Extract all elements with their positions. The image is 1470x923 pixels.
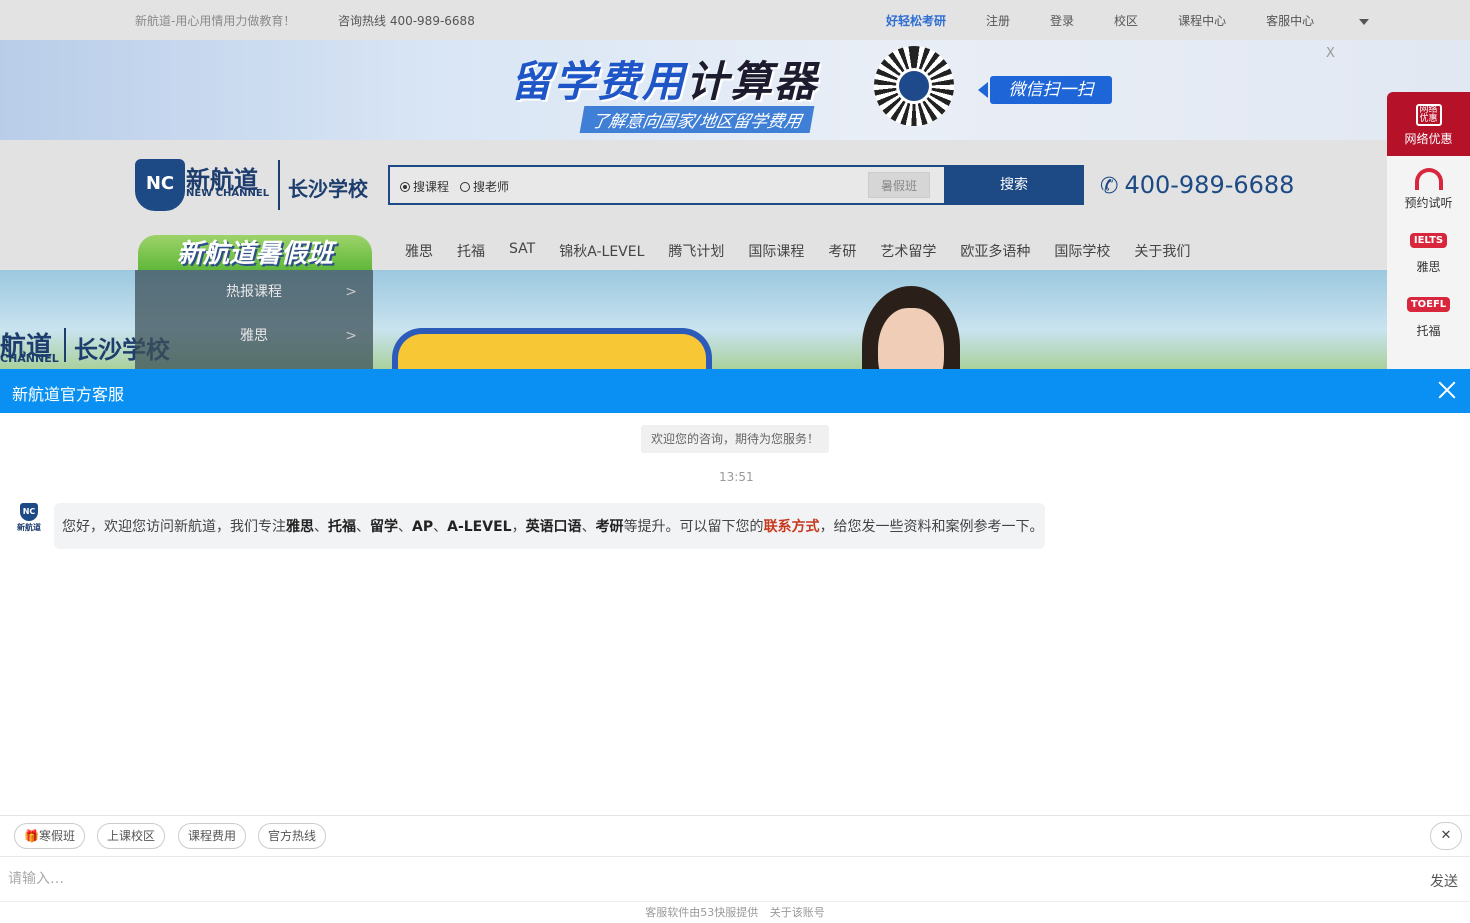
gift-icon: 网络优惠: [1387, 92, 1470, 130]
hero-logo-en: CHANNEL: [0, 352, 59, 365]
arrow-left-icon: [978, 82, 988, 98]
service-center-label: 客服中心: [1266, 14, 1315, 28]
top-bar: 新航道-用心用情用力做教育！ 咨询热线 400-989-6688 好轻松考研 注…: [0, 0, 1470, 40]
main-nav-languages[interactable]: 欧亚多语种: [960, 241, 1030, 261]
main-nav-tengfei[interactable]: 腾飞计划: [668, 241, 724, 261]
ielts-icon: IELTS: [1387, 220, 1470, 258]
logo-en: NEW CHANNEL: [186, 188, 270, 199]
chat-input-row: 发送: [0, 856, 1470, 901]
send-button[interactable]: 发送: [1430, 871, 1458, 891]
agent-message: 您好，欢迎您访问新航道，我们专注雅思、托福、留学、AP、A-LEVEL，英语口语…: [54, 503, 1045, 549]
banner-subtitle: 了解意向国家/地区留学费用: [579, 106, 815, 133]
welcome-notice: 欢迎您的咨询，期待为您服务！: [641, 425, 830, 453]
category-item-hot[interactable]: 热报课程 >: [135, 270, 373, 314]
quick-reply-campus[interactable]: 上课校区: [97, 823, 166, 849]
top-nav-course-center[interactable]: 课程中心: [1178, 12, 1226, 29]
chat-close-button[interactable]: [1434, 377, 1460, 403]
toefl-icon: TOEFL: [1387, 284, 1470, 322]
message-timestamp: 13:51: [719, 470, 754, 484]
promo-banner[interactable]: 留学费用计算器 了解意向国家/地区留学费用 微信扫一扫 X: [0, 40, 1470, 140]
category-menu: 热报课程 > 雅思 >: [135, 270, 373, 370]
search-option-teacher-label: 搜老师: [473, 180, 510, 194]
quick-reply-fees[interactable]: 课程费用: [178, 823, 247, 849]
main-nav-intl-course[interactable]: 国际课程: [748, 241, 804, 261]
sidebar-item-online-discount[interactable]: 网络优惠 网络优惠: [1387, 92, 1470, 156]
top-nav-kaoyan[interactable]: 好轻松考研: [886, 12, 946, 29]
sidebar-item-label: 托福: [1416, 324, 1441, 338]
school-name: 长沙学校: [288, 177, 368, 201]
sidebar-item-trial[interactable]: 预约试听: [1387, 156, 1470, 220]
chevron-down-icon: [1359, 18, 1370, 25]
floating-sidebar: 网络优惠 网络优惠 预约试听 IELTS 雅思 TOEFL 托福: [1387, 92, 1470, 370]
phone-icon: ✆: [1100, 174, 1119, 199]
headphones-icon: [1387, 156, 1470, 194]
header-phone-number: 400-989-6688: [1124, 171, 1295, 199]
category-item-ielts[interactable]: 雅思 >: [135, 314, 373, 358]
search-bar: 搜课程 搜老师 暑假班 搜索: [388, 165, 1084, 205]
main-nav-toefl[interactable]: 托福: [457, 241, 485, 261]
agent-avatar: NC 新航道: [14, 503, 44, 539]
search-option-course-label: 搜课程: [413, 180, 450, 194]
site-header: NC 新航道 NEW CHANNEL 长沙学校 搜课程 搜老师 暑假班 搜索 ✆…: [0, 140, 1470, 273]
chevron-right-icon: >: [345, 284, 357, 300]
hotline: 咨询热线 400-989-6688: [338, 14, 475, 28]
quick-reply-winter[interactable]: 🎁寒假班: [14, 823, 85, 849]
sidebar-item-ielts[interactable]: IELTS 雅思: [1387, 220, 1470, 284]
search-option-teacher[interactable]: 搜老师: [460, 178, 509, 195]
chat-messages[interactable]: 欢迎您的咨询，期待为您服务！ 13:51 NC 新航道 您好，欢迎您访问新航道，…: [0, 413, 1470, 815]
top-nav-campus[interactable]: 校区: [1114, 12, 1138, 29]
summer-class-banner[interactable]: 新航道暑假班: [138, 235, 372, 273]
slogan: 新航道-用心用情用力做教育！: [135, 14, 296, 28]
chat-header: 新航道官方客服: [0, 369, 1470, 413]
banner-title-b: 计算器: [686, 57, 819, 106]
search-option-course[interactable]: 搜课程: [400, 178, 449, 195]
sidebar-item-label: 雅思: [1416, 260, 1441, 274]
category-item-label: 热报课程: [226, 284, 282, 300]
about-account-link[interactable]: 关于该账号: [770, 906, 825, 919]
chevron-right-icon: >: [345, 328, 357, 344]
sidebar-item-toefl[interactable]: TOEFL 托福: [1387, 284, 1470, 348]
chat-input[interactable]: [8, 869, 1408, 889]
search-button[interactable]: 搜索: [944, 165, 1084, 205]
agent-avatar-name: 新航道: [17, 523, 41, 532]
main-nav: 雅思 托福 SAT 锦秋A-LEVEL 腾飞计划 国际课程 考研 艺术留学 欧亚…: [405, 241, 1214, 261]
hero-logo-divider: [64, 328, 66, 362]
main-nav-sat[interactable]: SAT: [509, 241, 535, 261]
quick-replies-close-icon[interactable]: ✕: [1430, 822, 1462, 850]
banner-title: 留学费用计算器: [510, 48, 818, 109]
main-nav-ielts[interactable]: 雅思: [405, 241, 433, 261]
logo-mark[interactable]: NC: [135, 159, 185, 211]
main-nav-art[interactable]: 艺术留学: [880, 241, 936, 261]
sidebar-item-label: 网络优惠: [1404, 132, 1453, 146]
top-nav-login[interactable]: 登录: [1050, 12, 1074, 29]
radio-icon: [460, 181, 470, 192]
wechat-scan-label: 微信扫一扫: [990, 76, 1112, 104]
main-nav-alevel[interactable]: 锦秋A-LEVEL: [559, 241, 644, 261]
category-item-label: 雅思: [240, 328, 268, 344]
main-nav-intl-school[interactable]: 国际学校: [1054, 241, 1110, 261]
top-nav-service-center[interactable]: 客服中心: [1266, 12, 1370, 29]
chat-title: 新航道官方客服: [12, 385, 125, 404]
provider-link[interactable]: 客服软件由53快服提供: [645, 906, 758, 919]
logo-divider: [278, 160, 280, 210]
hero-artwork: [392, 328, 712, 370]
header-phone: ✆ 400-989-6688: [1100, 171, 1294, 199]
banner-title-a: 留学费用: [510, 57, 687, 106]
sidebar-item-label: 预约试听: [1404, 196, 1453, 210]
top-nav: 好轻松考研 注册 登录 校区 课程中心 客服中心: [886, 12, 1409, 29]
top-nav-register[interactable]: 注册: [986, 12, 1010, 29]
agent-avatar-mark: NC: [20, 503, 38, 521]
banner-close-button[interactable]: X: [1326, 46, 1335, 61]
radio-selected-icon: [400, 181, 410, 192]
contact-link[interactable]: 联系方式: [764, 519, 820, 535]
quick-replies: 🎁寒假班 上课校区 课程费用 官方热线 ✕: [0, 815, 1470, 856]
main-nav-kaoyan[interactable]: 考研: [828, 241, 856, 261]
search-hot-tag[interactable]: 暑假班: [868, 172, 930, 198]
main-nav-about[interactable]: 关于我们: [1134, 241, 1190, 261]
quick-reply-hotline[interactable]: 官方热线: [258, 823, 327, 849]
chat-footer: 客服软件由53快服提供 关于该账号: [0, 901, 1470, 923]
qr-logo: [896, 68, 932, 104]
qr-code: [874, 46, 954, 126]
